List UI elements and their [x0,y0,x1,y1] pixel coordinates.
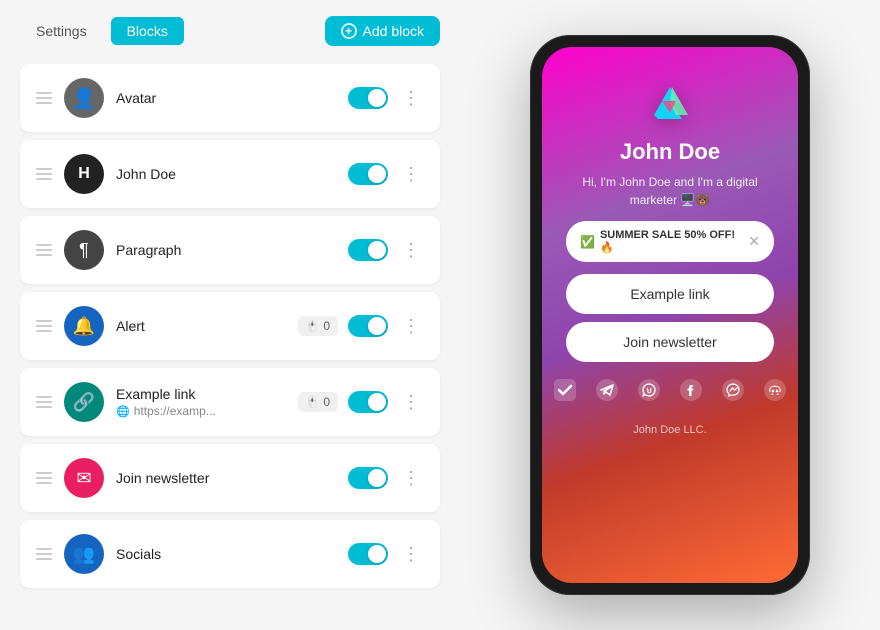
socials-more-button[interactable]: ⋮ [398,540,424,569]
drag-handle[interactable] [36,396,52,408]
example-link-more-button[interactable]: ⋮ [398,388,424,417]
phone-footer: John Doe LLC. [633,424,706,436]
blocks-tab[interactable]: Blocks [111,17,184,45]
profile-bio: Hi, I'm John Doe and I'm a digitalmarket… [574,173,765,209]
block-list: 👤 Avatar ⋮ H John Doe ⋮ [20,64,440,588]
drag-handle[interactable] [36,168,52,180]
socials-block-name: Socials [116,546,336,562]
drag-handle[interactable] [36,472,52,484]
left-panel: Settings Blocks + Add block 👤 Avatar ⋮ [0,0,460,630]
paragraph-more-button[interactable]: ⋮ [398,236,424,265]
add-block-label: Add block [363,23,424,39]
discord-social-icon[interactable] [761,376,789,404]
paragraph-block-info: Paragraph [116,242,336,258]
socials-block-actions: ⋮ [348,540,424,569]
alert-clicks-count: 0 [323,319,330,333]
john-doe-block-icon: H [64,154,104,194]
block-item-join-newsletter: ✉ Join newsletter ⋮ [20,444,440,512]
drag-handle[interactable] [36,244,52,256]
social-icons-row [551,376,789,404]
paragraph-block-actions: ⋮ [348,236,424,265]
socials-block-icon: 👥 [64,534,104,574]
block-item-example-link: 🔗 Example link 🌐 https://examp... 🖱️ 0 ⋮ [20,368,440,436]
alert-clicks-badge: 🖱️ 0 [298,316,338,336]
join-newsletter-block-actions: ⋮ [348,464,424,493]
john-doe-block-name: John Doe [116,166,336,182]
alert-text: ✅ SUMMER SALE 50% OFF! 🔥 [580,229,748,254]
john-doe-toggle[interactable] [348,163,388,185]
john-doe-more-button[interactable]: ⋮ [398,160,424,189]
phone-mockup: John Doe Hi, I'm John Doe and I'm a digi… [530,35,810,595]
block-item-socials: 👥 Socials ⋮ [20,520,440,588]
globe-icon: 🌐 [116,405,130,418]
phone-content: John Doe Hi, I'm John Doe and I'm a digi… [542,47,798,452]
telegram-social-icon[interactable] [593,376,621,404]
join-newsletter-more-button[interactable]: ⋮ [398,464,424,493]
click-icon: 🖱️ [306,396,320,409]
avatar-block-actions: ⋮ [348,84,424,113]
click-icon: 🖱️ [306,320,320,333]
app-logo [644,75,696,127]
todo-social-icon[interactable] [551,376,579,404]
paragraph-block-icon: ¶ [64,230,104,270]
alert-bar: ✅ SUMMER SALE 50% OFF! 🔥 ✕ [566,221,774,262]
avatar-block-info: Avatar [116,90,336,106]
john-doe-block-actions: ⋮ [348,160,424,189]
whatsapp-social-icon[interactable] [635,376,663,404]
avatar-block-name: Avatar [116,90,336,106]
example-link-button[interactable]: Example link [566,274,774,314]
messenger-social-icon[interactable] [719,376,747,404]
alert-block-actions: 🖱️ 0 ⋮ [298,312,424,341]
alert-bar-text: SUMMER SALE 50% OFF! 🔥 [600,229,748,254]
join-newsletter-block-info: Join newsletter [116,470,336,486]
alert-more-button[interactable]: ⋮ [398,312,424,341]
add-block-button[interactable]: + Add block [325,16,440,46]
plus-icon: + [341,23,357,39]
drag-handle[interactable] [36,92,52,104]
example-link-block-actions: 🖱️ 0 ⋮ [298,388,424,417]
alert-toggle[interactable] [348,315,388,337]
example-link-block-icon: 🔗 [64,382,104,422]
join-newsletter-block-name: Join newsletter [116,470,336,486]
example-link-url: 🌐 https://examp... [116,404,286,418]
avatar-toggle[interactable] [348,87,388,109]
block-item-avatar: 👤 Avatar ⋮ [20,64,440,132]
alert-check-icon: ✅ [580,235,595,249]
john-doe-block-info: John Doe [116,166,336,182]
profile-name: John Doe [620,139,720,165]
example-link-clicks-badge: 🖱️ 0 [298,392,338,412]
toolbar: Settings Blocks + Add block [20,16,440,46]
alert-block-icon: 🔔 [64,306,104,346]
avatar-more-button[interactable]: ⋮ [398,84,424,113]
block-item-john-doe: H John Doe ⋮ [20,140,440,208]
facebook-social-icon[interactable] [677,376,705,404]
example-link-block-name: Example link [116,386,286,402]
paragraph-toggle[interactable] [348,239,388,261]
drag-handle[interactable] [36,548,52,560]
paragraph-block-name: Paragraph [116,242,336,258]
right-panel: John Doe Hi, I'm John Doe and I'm a digi… [460,0,880,630]
example-link-block-info: Example link 🌐 https://examp... [116,386,286,418]
join-newsletter-block-icon: ✉ [64,458,104,498]
drag-handle[interactable] [36,320,52,332]
socials-block-info: Socials [116,546,336,562]
settings-tab[interactable]: Settings [20,17,103,45]
toolbar-tabs: Settings Blocks [20,17,184,45]
alert-block-name: Alert [116,318,286,334]
alert-block-info: Alert [116,318,286,334]
phone-screen: John Doe Hi, I'm John Doe and I'm a digi… [542,47,798,583]
join-newsletter-button[interactable]: Join newsletter [566,322,774,362]
avatar-block-icon: 👤 [64,78,104,118]
join-newsletter-toggle[interactable] [348,467,388,489]
block-item-alert: 🔔 Alert 🖱️ 0 ⋮ [20,292,440,360]
example-link-clicks-count: 0 [323,395,330,409]
example-link-toggle[interactable] [348,391,388,413]
block-item-paragraph: ¶ Paragraph ⋮ [20,216,440,284]
socials-toggle[interactable] [348,543,388,565]
alert-close-icon[interactable]: ✕ [748,233,760,250]
